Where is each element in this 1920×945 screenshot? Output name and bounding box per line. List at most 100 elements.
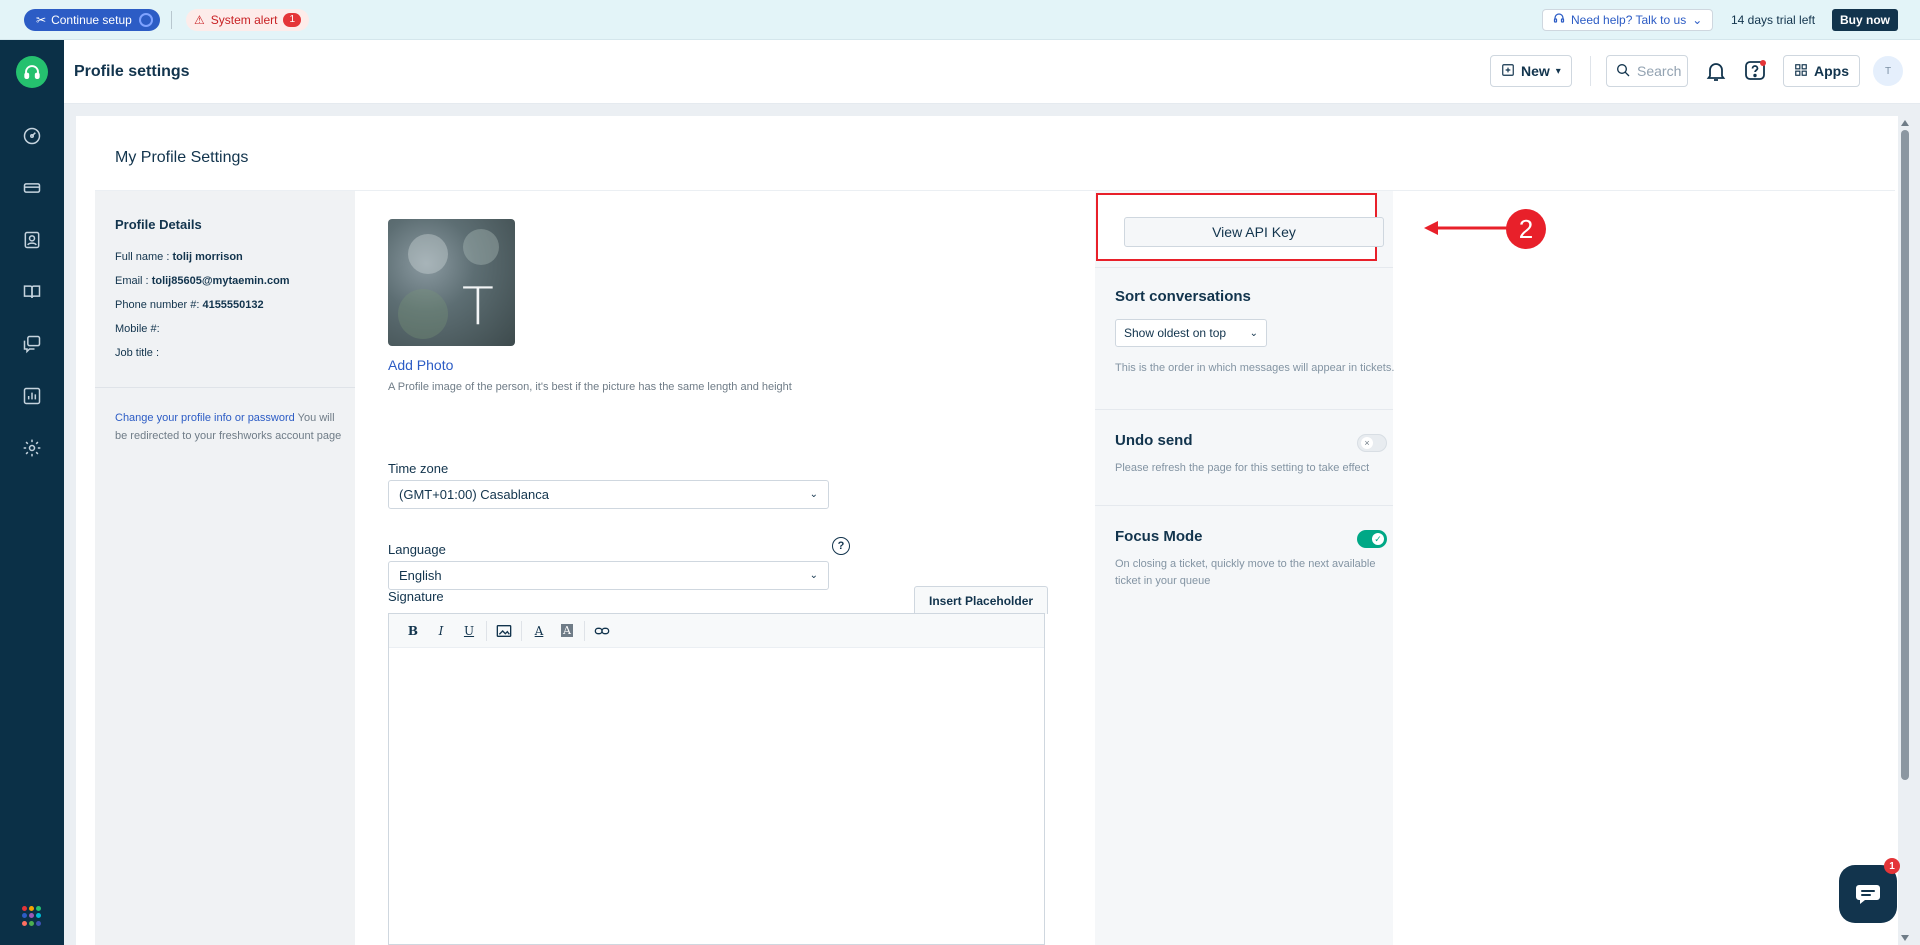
contacts-icon[interactable] [22, 230, 42, 250]
scroll-down-icon[interactable] [1901, 935, 1909, 941]
help-icon[interactable] [1743, 59, 1767, 83]
language-value: English [399, 568, 442, 583]
change-profile-link[interactable]: Change your profile info or password [115, 412, 295, 424]
toolbar-divider [584, 620, 585, 641]
phone-value: 4155550132 [202, 299, 264, 311]
job-title-label: Job title : [115, 347, 160, 359]
search-input[interactable]: Search [1606, 55, 1688, 87]
dashboard-icon[interactable] [22, 126, 42, 146]
signature-label: Signature [388, 589, 444, 604]
settings-icon[interactable] [22, 438, 42, 458]
focus-mode-section: Focus Mode ✓ On closing a ticket, quickl… [1095, 505, 1393, 625]
link-icon[interactable] [588, 619, 616, 643]
timezone-select[interactable]: (GMT+01:00) Casablanca ⌄ [388, 480, 829, 509]
continue-setup-button[interactable]: ✂ Continue setup [24, 9, 160, 31]
reports-icon[interactable] [22, 386, 42, 406]
undo-send-toggle[interactable]: × [1357, 434, 1387, 452]
text-color-icon[interactable]: A [525, 619, 553, 643]
apps-button[interactable]: Apps [1783, 55, 1860, 87]
profile-photo[interactable]: T [388, 219, 515, 346]
main-panel: My Profile Settings Profile Details Full… [76, 116, 1898, 945]
phone-label: Phone number #: [115, 299, 200, 311]
apps-icon [1794, 63, 1808, 80]
bell-icon[interactable] [1704, 59, 1728, 83]
check-icon: ✓ [1372, 533, 1384, 545]
editor-toolbar: B I U A A [389, 614, 1044, 648]
trial-remaining-text: 14 days trial left [1731, 13, 1816, 27]
alert-count-badge: 1 [283, 13, 302, 27]
system-alert-button[interactable]: ⚠ System alert 1 [186, 9, 310, 31]
job-title-row: Job title : [115, 347, 159, 359]
full-name-label: Full name : [115, 251, 170, 263]
section-title: My Profile Settings [115, 149, 249, 166]
chat-notification-badge: 1 [1884, 858, 1900, 874]
signature-editor[interactable]: B I U A A [388, 613, 1045, 945]
sort-conversations-title: Sort conversations [1115, 288, 1251, 305]
add-photo-link[interactable]: Add Photo [388, 357, 453, 373]
underline-icon[interactable]: U [455, 619, 483, 643]
mobile-label: Mobile #: [115, 323, 160, 335]
chat-widget-button[interactable] [1839, 865, 1897, 923]
language-label: Language [388, 542, 446, 557]
email-label: Email : [115, 275, 149, 287]
knowledge-base-icon[interactable] [22, 282, 42, 302]
scroll-up-icon[interactable] [1901, 120, 1909, 126]
focus-mode-toggle[interactable]: ✓ [1357, 530, 1387, 548]
italic-icon[interactable]: I [427, 619, 455, 643]
new-button-label: New [1521, 63, 1550, 79]
left-sidebar [0, 40, 64, 945]
user-avatar[interactable]: T [1873, 56, 1903, 86]
chat-icon[interactable] [22, 334, 42, 354]
close-icon: × [1361, 437, 1373, 449]
sort-value: Show oldest on top [1124, 326, 1227, 340]
search-icon [1615, 62, 1631, 81]
sort-conversations-section: Sort conversations Show oldest on top ⌄ … [1095, 267, 1395, 409]
photo-bokeh [408, 234, 448, 274]
freshdesk-logo[interactable] [16, 56, 48, 88]
bold-icon[interactable]: B [399, 619, 427, 643]
toolbar-divider [521, 620, 522, 641]
insert-placeholder-button[interactable]: Insert Placeholder [914, 586, 1049, 614]
profile-form: T Add Photo A Profile image of the perso… [355, 191, 1149, 945]
tickets-icon[interactable] [22, 178, 42, 198]
photo-bokeh [398, 289, 448, 339]
view-api-key-button[interactable]: View API Key [1124, 217, 1384, 247]
warning-icon: ⚠ [194, 13, 205, 27]
chevron-down-icon: ⌄ [1692, 13, 1703, 27]
progress-ring-icon [138, 13, 153, 27]
undo-send-title: Undo send [1115, 432, 1193, 449]
email-row: Email : tolij85605@mytaemin.com [115, 275, 290, 287]
timezone-value: (GMT+01:00) Casablanca [399, 487, 549, 502]
page-scrollbar[interactable] [1898, 116, 1912, 945]
top-banner: ✂ Continue setup ⚠ System alert 1 Need h… [0, 0, 1920, 40]
change-profile-note: Change your profile info or password You… [115, 409, 345, 445]
background-color-icon[interactable]: A [553, 619, 581, 643]
focus-mode-title: Focus Mode [1115, 528, 1203, 545]
email-value: tolij85605@mytaemin.com [151, 275, 290, 287]
toolbar-divider [486, 620, 487, 641]
system-alert-label: System alert [210, 13, 278, 27]
language-select[interactable]: English ⌄ [388, 561, 829, 590]
chevron-down-icon: ⌄ [809, 570, 818, 581]
question-circle-icon[interactable]: ? [832, 537, 850, 555]
need-help-button[interactable]: Need help? Talk to us ⌄ [1542, 9, 1714, 31]
sort-conversations-select[interactable]: Show oldest on top ⌄ [1115, 319, 1267, 347]
api-key-highlight: View API Key [1096, 193, 1384, 261]
headset-icon [1553, 10, 1565, 30]
undo-send-section: Undo send × Please refresh the page for … [1095, 409, 1393, 505]
page-title: Profile settings [74, 63, 190, 80]
image-icon[interactable] [490, 619, 518, 643]
sort-description: This is the order in which messages will… [1115, 362, 1395, 374]
photo-hint: A Profile image of the person, it's best… [388, 381, 792, 393]
need-help-label: Need help? Talk to us [1571, 13, 1687, 27]
banner-divider [171, 11, 172, 29]
photo-bokeh [463, 229, 499, 265]
mobile-row: Mobile #: [115, 323, 160, 335]
full-name-value: tolij morrison [172, 251, 243, 263]
apps-label: Apps [1814, 63, 1849, 79]
page-header: Profile settings New ▾ Search Apps T [64, 40, 1920, 104]
scrollbar-thumb[interactable] [1901, 130, 1909, 780]
app-switcher-icon[interactable] [22, 906, 42, 926]
buy-now-button[interactable]: Buy now [1832, 9, 1898, 31]
new-button[interactable]: New ▾ [1490, 55, 1572, 87]
